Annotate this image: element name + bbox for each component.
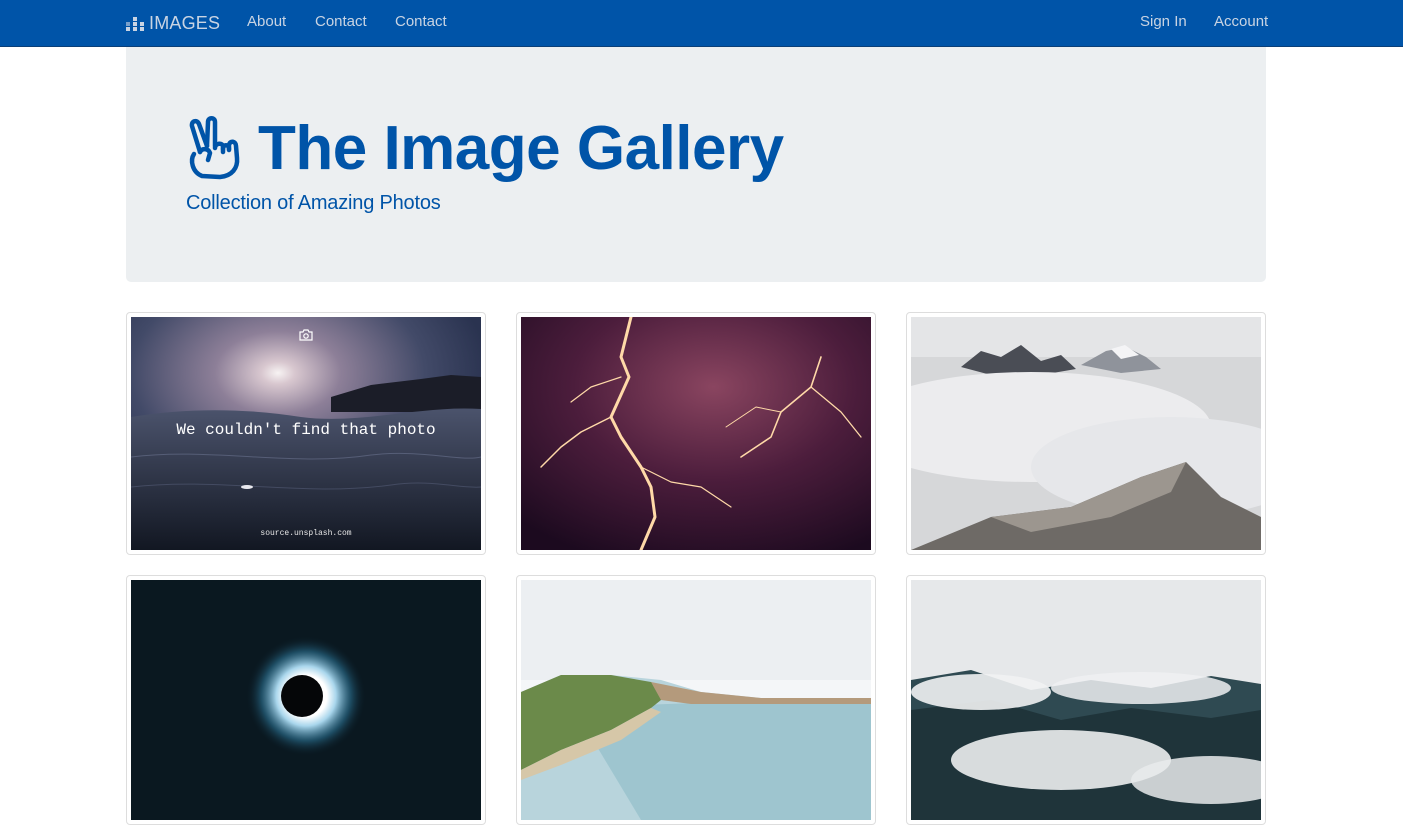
nav-contact[interactable]: Contact (315, 13, 367, 30)
nav-contact-2[interactable]: Contact (395, 13, 447, 30)
cloudy-valley-image (911, 580, 1261, 820)
page-title: The Image Gallery (258, 114, 784, 183)
camera-icon (299, 329, 313, 341)
brand-link[interactable]: IMAGES (126, 11, 220, 35)
hero-jumbotron: The Image Gallery Collection of Amazing … (126, 47, 1266, 282)
nav-account[interactable]: Account (1214, 13, 1268, 30)
mountain-above-clouds-image (911, 317, 1261, 550)
gallery-thumbnail[interactable] (516, 312, 876, 555)
brand-label: IMAGES (149, 12, 221, 33)
solar-eclipse-image (131, 580, 481, 820)
nav-sign-in[interactable]: Sign In (1140, 13, 1187, 30)
bar-chart-icon (126, 17, 144, 31)
gallery-thumbnail[interactable] (516, 575, 876, 825)
gallery-thumbnail[interactable]: We couldn't find that photo source.unspl… (126, 312, 486, 555)
page-subtitle: Collection of Amazing Photos (186, 192, 441, 214)
photo-not-found-message: We couldn't find that photo (176, 421, 436, 439)
gallery-thumbnail[interactable] (906, 312, 1266, 555)
coastal-cliffs-image (521, 580, 871, 820)
lightning-storm-image (521, 317, 871, 550)
hero-title-row: The Image Gallery (186, 113, 784, 185)
photo-not-found-image: We couldn't find that photo source.unspl… (131, 317, 481, 550)
gallery-thumbnail[interactable] (906, 575, 1266, 825)
nav-about[interactable]: About (247, 13, 286, 30)
photo-source-label: source.unsplash.com (260, 529, 352, 538)
peace-hand-icon (189, 116, 240, 180)
gallery-thumbnail[interactable] (126, 575, 486, 825)
navbar: IMAGES About Contact Contact Sign In Acc… (0, 0, 1403, 47)
